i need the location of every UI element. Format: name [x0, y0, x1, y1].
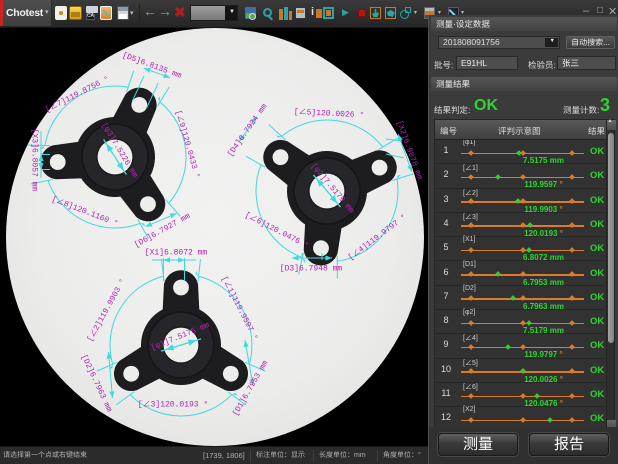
svg-text:[∠3]120.0193 °: [∠3]120.0193 °: [138, 401, 208, 410]
svg-text:[D3]6.7948 mm: [D3]6.7948 mm: [280, 265, 343, 274]
svg-text:[X3]6.8057 mm: [X3]6.8057 mm: [30, 129, 39, 192]
svg-text:[X1]6.8072 mm: [X1]6.8072 mm: [145, 249, 208, 258]
